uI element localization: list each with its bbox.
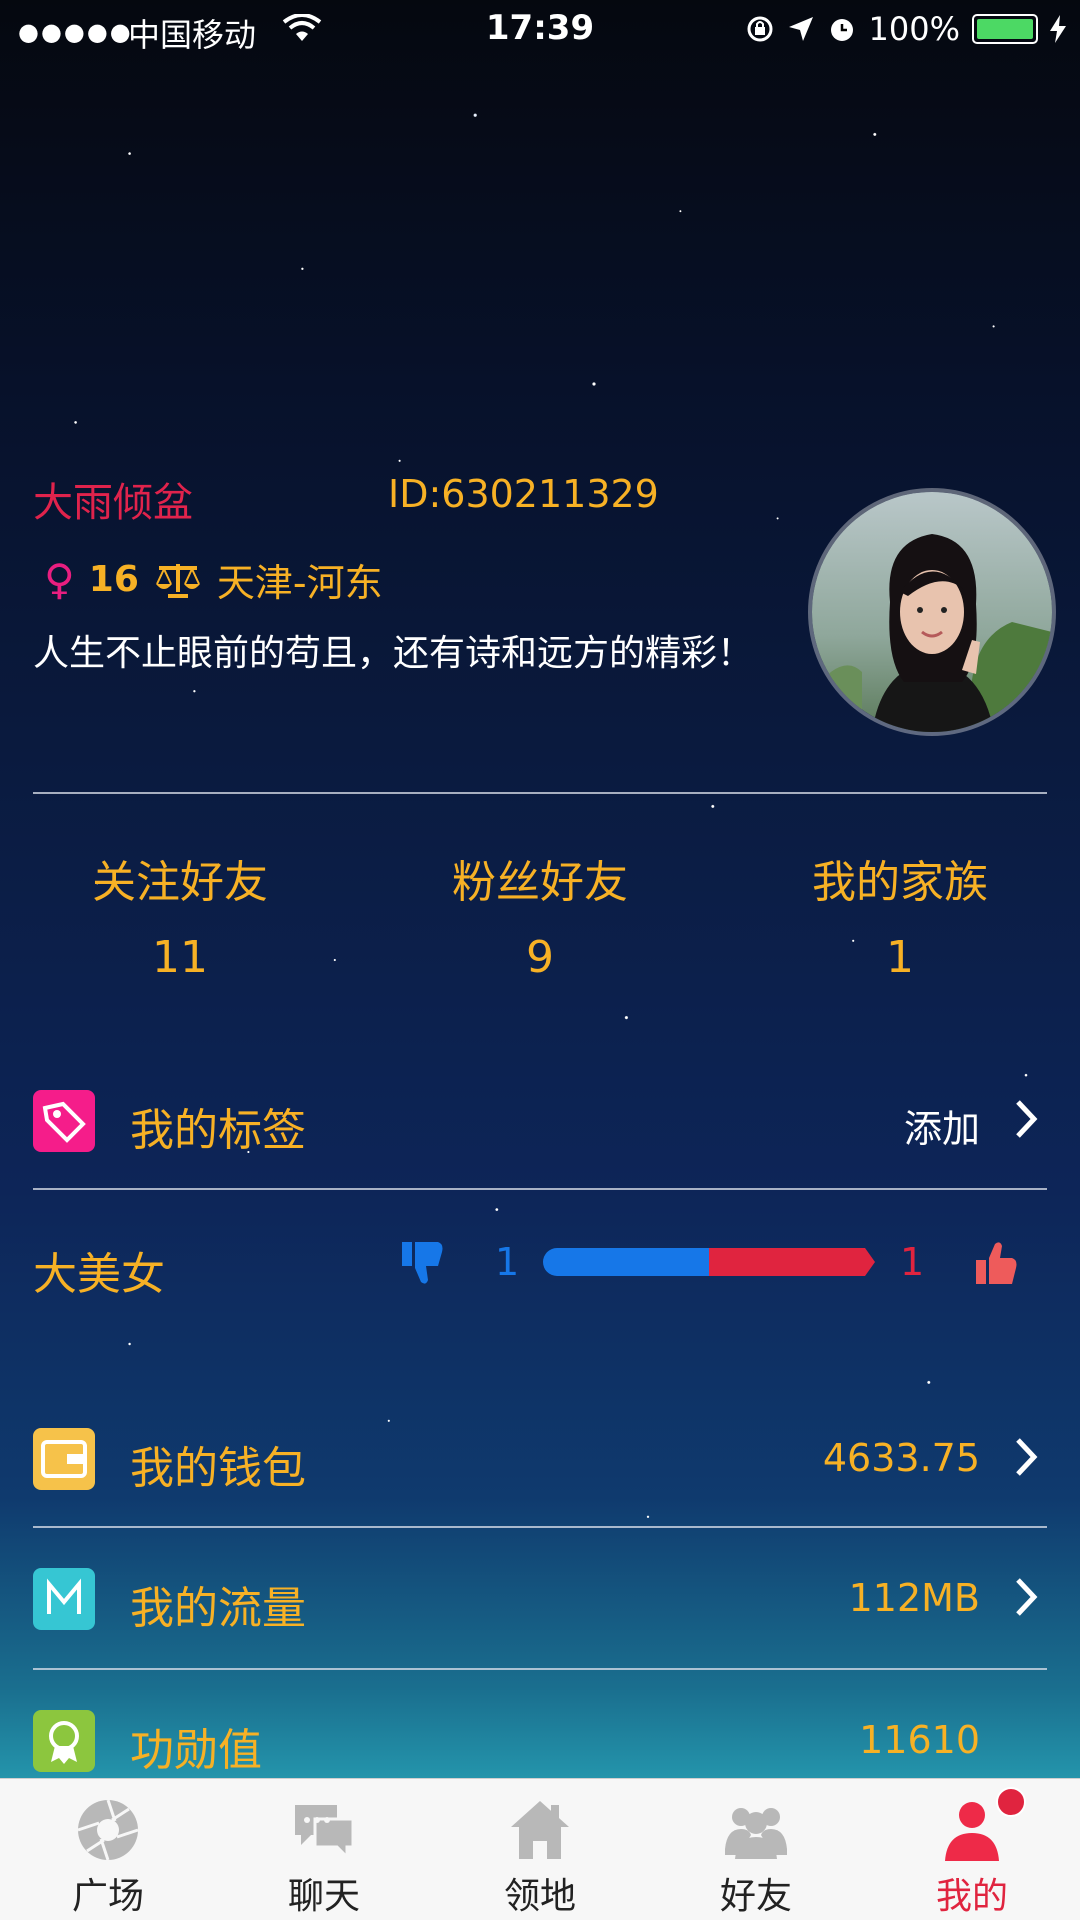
stat-label: 粉丝好友: [452, 857, 628, 908]
tab-me[interactable]: 我的: [864, 1779, 1080, 1920]
tab-label: 广场: [71, 1876, 144, 1917]
home-icon: [511, 1801, 569, 1859]
tab-territory[interactable]: 领地: [432, 1779, 648, 1920]
user-name: 大雨倾盆: [33, 480, 193, 526]
traffic-label: 我的流量: [130, 1583, 306, 1634]
medal-icon: [33, 1710, 95, 1772]
user-bio: 人生不止眼前的苟且，还有诗和远方的精彩！: [33, 633, 754, 674]
user-info-row: ♀ 16 天津-河东: [44, 552, 383, 607]
stat-family[interactable]: 我的家族 1: [750, 846, 1050, 983]
tab-chat[interactable]: 聊天: [216, 1779, 432, 1920]
merit-label: 功勋值: [130, 1725, 262, 1776]
tab-label: 我的: [935, 1876, 1008, 1917]
vote-row: 大美女 1 1: [0, 1238, 1080, 1338]
tags-row[interactable]: 我的标签 添加: [0, 1060, 1080, 1180]
battery-percent: 100%: [868, 10, 960, 48]
stat-value: 9: [526, 932, 554, 983]
stat-label: 关注好友: [92, 857, 268, 908]
chat-icon: [295, 1805, 355, 1861]
chevron-right-icon: [1016, 1100, 1038, 1138]
status-right: 100%: [745, 10, 1066, 48]
user-age: 16: [88, 559, 139, 600]
down-vote-count: 1: [495, 1240, 520, 1284]
divider: [33, 1188, 1047, 1190]
wallet-label: 我的钱包: [130, 1443, 306, 1494]
libra-scale-icon: [155, 563, 200, 598]
tab-friends[interactable]: 好友: [648, 1779, 864, 1920]
female-icon: ♀: [44, 555, 75, 604]
chevron-right-icon: [1016, 1578, 1038, 1616]
friends-icon: [725, 1808, 787, 1859]
down-vote-fill: [543, 1248, 709, 1276]
up-vote-count: 1: [900, 1240, 925, 1284]
tab-label: 领地: [503, 1876, 576, 1917]
aperture-icon: [77, 1799, 139, 1861]
merit-value: 11610: [859, 1718, 980, 1762]
stat-label: 我的家族: [812, 857, 988, 908]
traffic-value: 112MB: [848, 1576, 980, 1620]
wallet-row[interactable]: 我的钱包 4633.75: [0, 1398, 1080, 1518]
battery-icon: [972, 14, 1038, 44]
tab-bar: 广场 聊天 领地 好友 我的: [0, 1778, 1080, 1920]
profile-screen: ●●●●● 中国移动 17:39 100% 大雨倾盆 ID:630211329 …: [0, 0, 1080, 1920]
user-id: ID:630211329: [388, 472, 659, 516]
user-icon: [945, 1802, 999, 1861]
divider: [33, 1526, 1047, 1528]
traffic-row[interactable]: 我的流量 112MB: [0, 1538, 1080, 1658]
up-vote-fill: [709, 1248, 875, 1276]
divider: [33, 1668, 1047, 1670]
thumbs-up-icon[interactable]: [972, 1238, 1022, 1288]
tab-label: 聊天: [287, 1876, 360, 1917]
stat-following[interactable]: 关注好友 11: [30, 846, 330, 983]
vote-title: 大美女: [33, 1249, 165, 1300]
stat-value: 1: [886, 932, 914, 983]
rotation-lock-icon: [747, 16, 773, 42]
tag-icon: [33, 1090, 95, 1152]
chevron-right-icon: [1016, 1438, 1038, 1476]
avatar[interactable]: [808, 488, 1056, 736]
m-icon: [33, 1568, 95, 1630]
thumbs-down-icon[interactable]: [398, 1238, 448, 1288]
tags-add-action[interactable]: 添加: [904, 1098, 980, 1153]
user-location: 天津-河东: [216, 561, 383, 605]
stat-value: 11: [152, 932, 208, 983]
wallet-icon: [33, 1428, 95, 1490]
tab-label: 好友: [719, 1876, 792, 1917]
location-icon: [788, 17, 813, 41]
tab-square[interactable]: 广场: [0, 1779, 216, 1920]
vote-ratio-bar: [543, 1248, 875, 1276]
tags-label: 我的标签: [130, 1105, 306, 1156]
notification-badge: [996, 1787, 1026, 1817]
charging-icon: [1050, 15, 1066, 43]
status-bar: ●●●●● 中国移动 17:39 100%: [0, 0, 1080, 60]
alarm-icon: [830, 19, 853, 41]
wallet-value: 4633.75: [822, 1436, 980, 1480]
divider: [33, 792, 1047, 794]
stat-fans[interactable]: 粉丝好友 9: [390, 846, 690, 983]
